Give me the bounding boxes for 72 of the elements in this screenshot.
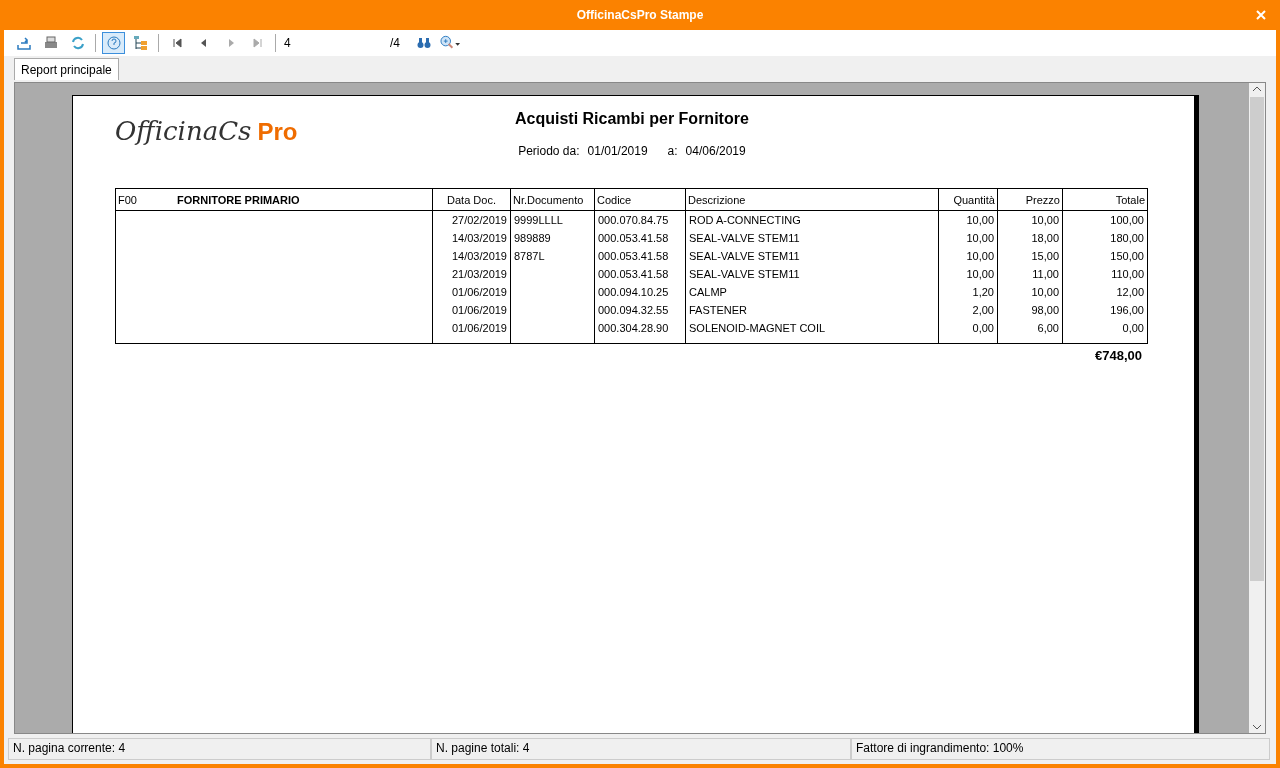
period-from: 01/01/2019 (587, 144, 648, 158)
table-cell: FASTENER (689, 304, 748, 316)
column-header: Nr.Documento (510, 188, 595, 211)
table-cell: 000.053.41.58 (598, 232, 669, 244)
table-cell: 14/03/2019 (451, 250, 507, 262)
report-tab[interactable]: Report principale (14, 58, 119, 80)
table-cell: 100,00 (1110, 214, 1144, 226)
table-cell: 0,00 (972, 322, 994, 334)
table-cell: 21/03/2019 (451, 268, 507, 280)
status-text: N. pagine totali: 4 (431, 738, 851, 760)
period-to: 04/06/2019 (685, 144, 746, 158)
period-to-label: a: (667, 144, 678, 158)
table-cell: 01/06/2019 (451, 322, 507, 334)
table-cell: 196,00 (1110, 304, 1144, 316)
table-cell: SEAL-VALVE STEM11 (689, 250, 800, 262)
table-cell: 18,00 (1031, 232, 1059, 244)
grand-total: €748,00 (1095, 348, 1142, 363)
table-cell: 000.070.84.75 (598, 214, 669, 226)
close-icon[interactable] (1256, 10, 1266, 20)
table-cell: 000.053.41.58 (598, 268, 669, 280)
table-cell: 0,00 (1122, 322, 1144, 334)
table-cell: 110,00 (1111, 268, 1144, 280)
table-cell: 9999LLLL (514, 214, 563, 226)
table-cell: 989889 (514, 232, 551, 244)
table-cell: 000.304.28.90 (598, 322, 669, 334)
column-header: Descrizione (685, 188, 939, 211)
table-cell: 10,00 (1031, 214, 1059, 226)
column-header: Codice (594, 188, 686, 211)
table-cell: 10,00 (966, 214, 994, 226)
page-total: /4 (390, 36, 400, 50)
supplier-code: F00 (118, 193, 137, 206)
window-title: OfficinaCsPro Stampe (576, 8, 704, 22)
supplier-name: FORNITORE PRIMARIO (176, 193, 300, 206)
table-cell: 98,00 (1031, 304, 1059, 316)
table-cell: 11,00 (1032, 268, 1059, 280)
table-cell: CALMP (689, 286, 727, 298)
report-title: Acquisti Ricambi per Fornitore (515, 110, 749, 128)
table-cell: 6,00 (1037, 322, 1059, 334)
table-cell: ROD A-CONNECTING (689, 214, 801, 226)
table-cell: 01/06/2019 (451, 286, 507, 298)
table-cell: 000.094.10.25 (598, 286, 669, 298)
page-number-field[interactable]: 4 (282, 36, 386, 50)
table-cell: 27/02/2019 (451, 214, 507, 226)
table-cell: 14/03/2019 (451, 232, 507, 244)
status-text: N. pagina corrente: 4 (8, 738, 431, 760)
table-cell: 10,00 (1031, 286, 1059, 298)
logo-script: OfficinaCs (115, 116, 252, 146)
help-toggle[interactable] (102, 32, 125, 54)
column-header: Quantità (938, 188, 998, 211)
table-cell: 10,00 (966, 250, 994, 262)
table-cell: 8787L (514, 250, 545, 262)
table-cell: 180,00 (1110, 232, 1144, 244)
table-cell: 10,00 (966, 232, 994, 244)
column-header: Data Doc. (432, 188, 511, 211)
table-cell: 12,00 (1116, 286, 1144, 298)
scrollbar[interactable] (1249, 83, 1265, 733)
period-label: Periodo da: (518, 144, 580, 158)
table-cell: 2,00 (972, 304, 994, 316)
table-cell: 10,00 (966, 268, 994, 280)
table-cell: SEAL-VALVE STEM11 (689, 268, 800, 280)
table-cell: 15,00 (1031, 250, 1059, 262)
table-cell: 01/06/2019 (451, 304, 507, 316)
status-text: Fattore di ingrandimento: 100% (851, 738, 1270, 760)
column-header: Totale (1062, 188, 1148, 211)
table-cell: 000.053.41.58 (598, 250, 669, 262)
table-cell: SEAL-VALVE STEM11 (689, 232, 800, 244)
logo-accent: Pro (257, 118, 298, 146)
column-header: Prezzo (997, 188, 1063, 211)
table-cell: 1,20 (972, 286, 994, 298)
table-cell: 150,00 (1110, 250, 1144, 262)
table-cell: 000.094.32.55 (598, 304, 669, 316)
table-cell: SOLENOID-MAGNET COIL (689, 322, 826, 334)
